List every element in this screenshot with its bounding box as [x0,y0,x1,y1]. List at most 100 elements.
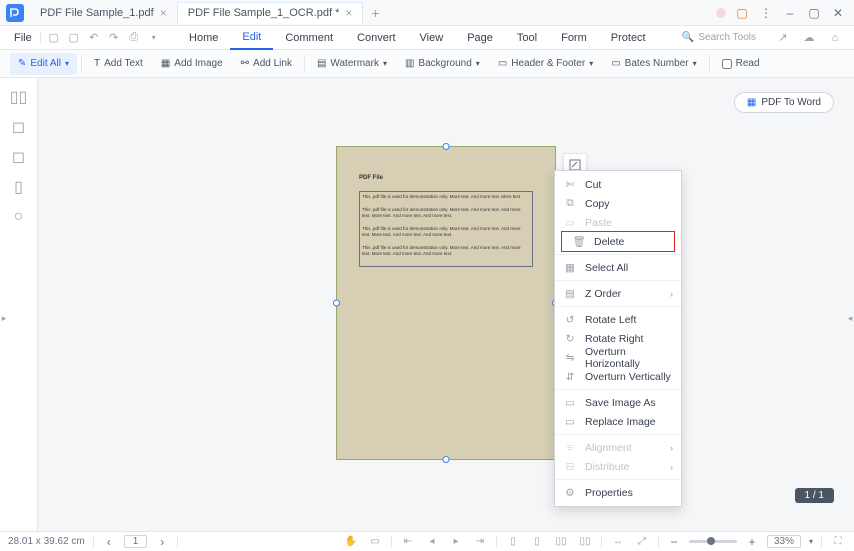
close-icon[interactable]: × [160,6,167,20]
menu-edit[interactable]: Edit [230,26,273,50]
add-tab-button[interactable]: + [363,5,387,21]
read-checkbox-input[interactable] [722,59,732,69]
two-continuous-icon[interactable]: ▯▯ [577,535,593,549]
ctx-rotate-left[interactable]: ↺Rotate Left [555,310,681,329]
attachment-icon[interactable]: ▯ [10,178,28,196]
single-page-icon[interactable]: ▯ [505,535,521,549]
fullscreen-icon[interactable]: ⛶ [830,535,846,549]
add-link-button[interactable]: ⚯ Add Link [233,53,300,75]
menu-protect[interactable]: Protect [599,26,658,50]
alignment-icon: ≡ [563,442,577,454]
close-icon[interactable]: × [345,6,352,20]
more-icon[interactable]: ⋮ [756,3,776,23]
pdf-page[interactable]: PDF File This .pdf file is used for demo… [336,146,556,460]
comment-icon[interactable]: ◻ [10,148,28,166]
tab-2[interactable]: PDF File Sample_1_OCR.pdf * × [178,2,364,24]
context-menu: ✄Cut ⧉Copy ▭Paste 🗑Delete ▦Select All ▤Z… [554,170,682,507]
ctx-z-order[interactable]: ▤Z Order› [555,284,681,303]
external-icon[interactable]: ▢ [732,3,752,23]
left-collapser[interactable]: ▸ [0,305,8,333]
search-icon[interactable]: ○ [10,208,28,226]
file-menu[interactable]: File [6,32,40,44]
separator [555,280,681,281]
menu-convert[interactable]: Convert [345,26,408,50]
watermark-button[interactable]: ▤ Watermark ▾ [309,53,395,75]
background-button[interactable]: ▥ Background ▾ [397,53,488,75]
chevron-down-icon[interactable]: ▾ [145,29,163,47]
ctx-delete[interactable]: 🗑Delete [564,232,672,251]
share-icon[interactable]: ↗ [774,29,792,47]
edit-all-button[interactable]: ✎ Edit All ▾ [10,53,77,75]
bookmark-icon[interactable]: ◻ [10,118,28,136]
last-page-icon[interactable]: ⇥ [472,535,488,549]
two-page-icon[interactable]: ▯▯ [553,535,569,549]
zoom-slider[interactable] [689,540,737,543]
bates-number-button[interactable]: ▭ Bates Number ▾ [603,53,704,75]
prev-page-button[interactable]: ‹ [102,535,116,549]
menu-tool[interactable]: Tool [505,26,549,50]
selection-handle-top[interactable] [443,143,450,150]
first-page-icon[interactable]: ⇤ [400,535,416,549]
maximize-button[interactable]: ▢ [804,3,824,23]
pdf-to-word-icon: ▦ [747,97,756,108]
rotate-right-icon: ↻ [563,333,577,345]
menu-comment[interactable]: Comment [273,26,345,50]
read-checkbox[interactable]: Read [714,58,768,69]
selection-handle-bottom[interactable] [443,456,450,463]
menu-form[interactable]: Form [549,26,599,50]
menu-bar: File ▢ ▢ ↶ ↷ ⎙ ▾ Home Edit Comment Conve… [0,26,854,50]
ctx-copy[interactable]: ⧉Copy [555,194,681,213]
zoom-out-button[interactable]: − [667,535,681,549]
tab-1[interactable]: PDF File Sample_1.pdf × [30,2,178,24]
hand-tool-icon[interactable]: ✋ [343,535,359,549]
menu-view[interactable]: View [408,26,456,50]
redo-icon[interactable]: ↷ [105,29,123,47]
tab-label: PDF File Sample_1.pdf [40,7,154,19]
ctx-overturn-h[interactable]: ⇋Overturn Horizontally [555,348,681,367]
next-icon[interactable]: ▸ [448,535,464,549]
select-tool-icon[interactable]: ▭ [367,535,383,549]
title-bar: PDF File Sample_1.pdf × PDF File Sample_… [0,0,854,26]
undo-icon[interactable]: ↶ [85,29,103,47]
pdf-to-word-button[interactable]: ▦ PDF To Word [734,92,834,113]
canvas[interactable]: ▦ PDF To Word PDF File This .pdf file is… [38,78,854,531]
close-button[interactable]: ✕ [828,3,848,23]
next-page-button[interactable]: › [155,535,169,549]
status-dot-pink [716,8,726,18]
home-icon[interactable]: ⌂ [826,29,844,47]
header-footer-button[interactable]: ▭ Header & Footer ▾ [490,53,601,75]
fit-width-icon[interactable]: ↔ [610,535,626,549]
search-tools[interactable]: 🔍 Search Tools [672,32,766,43]
thumbnails-icon[interactable]: ▯▯ [10,88,28,106]
selection-handle-left[interactable] [333,300,340,307]
print-icon[interactable]: ⎙ [125,29,143,47]
menu-home[interactable]: Home [177,26,230,50]
prev-icon[interactable]: ◂ [424,535,440,549]
replace-image-icon: ▭ [563,416,577,428]
watermark-icon: ▤ [317,58,326,69]
zoom-in-button[interactable]: + [745,535,759,549]
minimize-button[interactable]: – [780,3,800,23]
add-text-button[interactable]: T Add Text [86,53,151,75]
tab-label: PDF File Sample_1_OCR.pdf * [188,7,340,19]
chevron-down-icon[interactable]: ▾ [809,537,813,546]
flip-v-icon: ⇵ [563,371,577,383]
menu-page[interactable]: Page [455,26,505,50]
page-content: PDF File This .pdf file is used for demo… [337,147,555,267]
zoom-value[interactable]: 33% [767,535,801,548]
ctx-save-image-as[interactable]: ▭Save Image As [555,393,681,412]
page-number[interactable]: 1 [124,535,148,548]
open-icon[interactable]: ▢ [65,29,83,47]
add-image-button[interactable]: ▦ Add Image [153,53,231,75]
ctx-replace-image[interactable]: ▭Replace Image [555,412,681,431]
ctx-select-all[interactable]: ▦Select All [555,258,681,277]
ctx-cut[interactable]: ✄Cut [555,175,681,194]
page-title: PDF File [359,175,533,181]
save-icon[interactable]: ▢ [45,29,63,47]
cloud-icon[interactable]: ☁ [800,29,818,47]
ctx-properties[interactable]: ⚙Properties [555,483,681,502]
continuous-icon[interactable]: ▯ [529,535,545,549]
ctx-overturn-v[interactable]: ⇵Overturn Vertically [555,367,681,386]
page-text-block[interactable]: This .pdf file is used for demonstration… [359,191,533,267]
fit-page-icon[interactable]: ⤢ [634,535,650,549]
